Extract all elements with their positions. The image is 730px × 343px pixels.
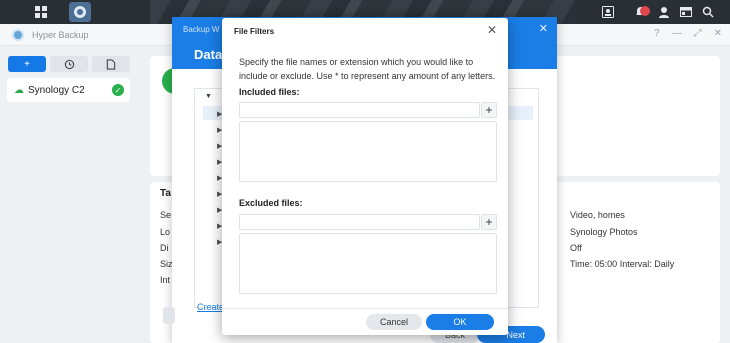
file-filters-dialog: File Filters ✕ Specify the file names or… bbox=[222, 18, 508, 335]
expand-arrow-icon[interactable]: ▼ bbox=[205, 93, 212, 100]
info-label: Se bbox=[160, 210, 172, 220]
excluded-files-list[interactable] bbox=[239, 233, 497, 294]
info-value: Off bbox=[570, 243, 582, 253]
info-value: Time: 05:00 Interval: Daily bbox=[570, 259, 675, 269]
window-close-icon[interactable]: ✕ bbox=[714, 28, 722, 39]
cancel-button[interactable]: Cancel bbox=[366, 314, 422, 330]
create-link[interactable]: Create bbox=[197, 302, 224, 312]
minimize-icon[interactable]: — bbox=[672, 28, 682, 39]
included-files-label: Included files: bbox=[239, 87, 300, 97]
user-icon[interactable] bbox=[653, 2, 675, 22]
wizard-close-icon[interactable]: ✕ bbox=[539, 22, 548, 35]
options-icon[interactable] bbox=[675, 2, 697, 22]
sidebar-item-label: Synology C2 bbox=[28, 84, 85, 96]
included-files-input[interactable] bbox=[239, 102, 480, 118]
app-name: Hyper Backup bbox=[32, 29, 89, 40]
help-icon[interactable]: ? bbox=[654, 28, 660, 39]
document-icon bbox=[106, 58, 116, 70]
wizard-footer-button[interactable] bbox=[163, 307, 175, 324]
info-heading: Ta bbox=[160, 188, 171, 199]
info-label: Di bbox=[160, 243, 169, 253]
hyper-backup-taskbar-icon[interactable] bbox=[69, 2, 91, 22]
sidebar-item-synology-c2[interactable]: ☁ Synology C2 ✓ bbox=[7, 78, 130, 102]
plus-icon: + bbox=[485, 103, 493, 117]
dialog-title: File Filters bbox=[234, 27, 275, 36]
plus-icon: + bbox=[485, 215, 493, 229]
info-value: Video, homes bbox=[570, 210, 625, 220]
log-button[interactable] bbox=[92, 56, 130, 72]
maximize-icon[interactable]: ⤢ bbox=[694, 28, 702, 39]
window-controls: ? — ⤢ ✕ bbox=[654, 28, 722, 39]
success-check-icon: ✓ bbox=[112, 84, 124, 96]
main-menu-icon[interactable] bbox=[30, 2, 52, 22]
info-label: Lo bbox=[160, 227, 171, 237]
dialog-close-icon[interactable]: ✕ bbox=[487, 23, 497, 37]
excluded-files-label: Excluded files: bbox=[239, 198, 303, 208]
excluded-files-input[interactable] bbox=[239, 214, 480, 230]
dialog-description: Specify the file names or extension whic… bbox=[239, 57, 496, 81]
info-label: Siz bbox=[160, 259, 173, 269]
history-icon bbox=[64, 59, 74, 69]
add-button[interactable]: + bbox=[8, 56, 46, 72]
hyper-backup-logo-icon bbox=[12, 28, 24, 41]
add-included-button[interactable]: + bbox=[481, 102, 497, 118]
ok-button[interactable]: OK bbox=[426, 314, 494, 330]
info-label: Int bbox=[160, 275, 171, 285]
add-excluded-button[interactable]: + bbox=[481, 214, 497, 230]
restore-button[interactable] bbox=[50, 56, 88, 72]
search-icon[interactable] bbox=[697, 2, 719, 22]
wizard-title: Backup W bbox=[183, 25, 220, 34]
cloud-icon: ☁ bbox=[14, 84, 24, 96]
notification-badge bbox=[640, 6, 650, 16]
included-files-list[interactable] bbox=[239, 121, 497, 182]
info-value: Synology Photos bbox=[570, 227, 638, 237]
plus-icon: + bbox=[24, 58, 30, 70]
sidebar: + ☁ Synology C2 ✓ bbox=[0, 46, 140, 343]
widgets-icon[interactable] bbox=[597, 2, 619, 22]
